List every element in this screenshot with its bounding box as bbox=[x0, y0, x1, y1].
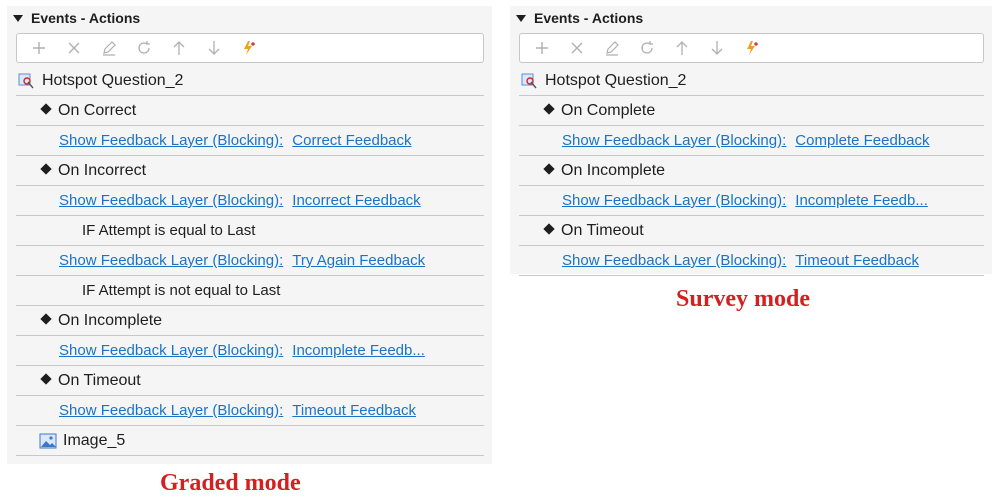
add-icon[interactable] bbox=[524, 34, 559, 62]
target-link[interactable]: Complete Feedback bbox=[795, 132, 929, 149]
action-row[interactable]: Show Feedback Layer (Blocking): Timeout … bbox=[16, 396, 484, 426]
move-down-icon[interactable] bbox=[699, 34, 734, 62]
hotspot-question-icon bbox=[18, 72, 36, 90]
new-action-icon[interactable] bbox=[734, 34, 769, 62]
panel-title: Events - Actions bbox=[534, 10, 644, 26]
tree-item-object[interactable]: Hotspot Question_2 bbox=[519, 66, 984, 96]
event-label: On Complete bbox=[561, 101, 656, 119]
action-link[interactable]: Show Feedback Layer (Blocking): bbox=[59, 192, 283, 209]
action-row[interactable]: Show Feedback Layer (Blocking): Incomple… bbox=[519, 186, 984, 216]
event-on-correct[interactable]: On Correct bbox=[16, 96, 484, 126]
refresh-icon[interactable] bbox=[629, 34, 664, 62]
event-label: On Timeout bbox=[561, 221, 644, 239]
diamond-icon bbox=[40, 162, 52, 175]
object-name: Hotspot Question_2 bbox=[42, 71, 184, 89]
actions-toolbar bbox=[519, 33, 984, 63]
event-label: On Incomplete bbox=[561, 161, 666, 179]
survey-events-panel: Events - Actions Hotspot Question_2 On C… bbox=[510, 6, 992, 276]
target-link[interactable]: Correct Feedback bbox=[292, 132, 411, 149]
move-up-icon[interactable] bbox=[664, 34, 699, 62]
collapse-arrow-icon[interactable] bbox=[13, 14, 23, 22]
action-link[interactable]: Show Feedback Layer (Blocking): bbox=[562, 192, 786, 209]
graded-mode-caption: Graded mode bbox=[160, 470, 301, 496]
panel-title: Events - Actions bbox=[31, 10, 141, 26]
collapse-arrow-icon[interactable] bbox=[516, 14, 526, 22]
event-label: On Correct bbox=[58, 101, 137, 119]
move-down-icon[interactable] bbox=[196, 34, 231, 62]
delete-icon[interactable] bbox=[559, 34, 594, 62]
child-name: Image_5 bbox=[63, 431, 126, 449]
target-link[interactable]: Timeout Feedback bbox=[795, 252, 919, 269]
events-tree: Hotspot Question_2 On Correct Show Feedb… bbox=[16, 66, 484, 456]
event-on-timeout[interactable]: On Timeout bbox=[519, 216, 984, 246]
move-up-icon[interactable] bbox=[161, 34, 196, 62]
hotspot-question-icon bbox=[521, 72, 539, 90]
event-on-incorrect[interactable]: On Incorrect bbox=[16, 156, 484, 186]
action-row[interactable]: Show Feedback Layer (Blocking): Try Agai… bbox=[16, 246, 484, 276]
target-link[interactable]: Incorrect Feedback bbox=[292, 192, 420, 209]
object-name: Hotspot Question_2 bbox=[545, 71, 687, 89]
event-label: On Incorrect bbox=[58, 161, 147, 179]
image-icon bbox=[39, 432, 57, 450]
condition-row[interactable]: IF Attempt is not equal to Last bbox=[16, 276, 484, 306]
panel-header[interactable]: Events - Actions bbox=[7, 6, 492, 30]
event-on-timeout[interactable]: On Timeout bbox=[16, 366, 484, 396]
target-link[interactable]: Timeout Feedback bbox=[292, 402, 416, 419]
diamond-icon bbox=[40, 312, 52, 325]
target-link[interactable]: Incomplete Feedb... bbox=[292, 342, 425, 359]
action-link[interactable]: Show Feedback Layer (Blocking): bbox=[59, 402, 283, 419]
action-link[interactable]: Show Feedback Layer (Blocking): bbox=[562, 132, 786, 149]
actions-toolbar bbox=[16, 33, 484, 63]
tree-item-image[interactable]: Image_5 bbox=[16, 426, 484, 456]
action-link[interactable]: Show Feedback Layer (Blocking): bbox=[59, 252, 283, 269]
diamond-icon bbox=[543, 102, 555, 115]
panel-header[interactable]: Events - Actions bbox=[510, 6, 992, 30]
action-row[interactable]: Show Feedback Layer (Blocking): Complete… bbox=[519, 126, 984, 156]
graded-events-panel: Events - Actions Hotspot Question_2 On C… bbox=[7, 6, 492, 464]
refresh-icon[interactable] bbox=[126, 34, 161, 62]
target-link[interactable]: Incomplete Feedb... bbox=[795, 192, 928, 209]
tree-item-object[interactable]: Hotspot Question_2 bbox=[16, 66, 484, 96]
action-link[interactable]: Show Feedback Layer (Blocking): bbox=[562, 252, 786, 269]
survey-mode-caption: Survey mode bbox=[676, 286, 810, 312]
action-row[interactable]: Show Feedback Layer (Blocking): Incorrec… bbox=[16, 186, 484, 216]
diamond-icon bbox=[40, 372, 52, 385]
condition-row[interactable]: IF Attempt is equal to Last bbox=[16, 216, 484, 246]
event-on-incomplete[interactable]: On Incomplete bbox=[519, 156, 984, 186]
action-row[interactable]: Show Feedback Layer (Blocking): Incomple… bbox=[16, 336, 484, 366]
edit-icon[interactable] bbox=[594, 34, 629, 62]
action-row[interactable]: Show Feedback Layer (Blocking): Timeout … bbox=[519, 246, 984, 276]
diamond-icon bbox=[543, 162, 555, 175]
action-link[interactable]: Show Feedback Layer (Blocking): bbox=[59, 342, 283, 359]
diamond-icon bbox=[40, 102, 52, 115]
action-link[interactable]: Show Feedback Layer (Blocking): bbox=[59, 132, 283, 149]
condition-text: IF Attempt is not equal to Last bbox=[82, 282, 281, 299]
delete-icon[interactable] bbox=[56, 34, 91, 62]
event-on-incomplete[interactable]: On Incomplete bbox=[16, 306, 484, 336]
edit-icon[interactable] bbox=[91, 34, 126, 62]
add-icon[interactable] bbox=[21, 34, 56, 62]
action-row[interactable]: Show Feedback Layer (Blocking): Correct … bbox=[16, 126, 484, 156]
events-tree: Hotspot Question_2 On Complete Show Feed… bbox=[519, 66, 984, 276]
event-label: On Incomplete bbox=[58, 311, 163, 329]
condition-text: IF Attempt is equal to Last bbox=[82, 222, 256, 239]
new-action-icon[interactable] bbox=[231, 34, 266, 62]
diamond-icon bbox=[543, 222, 555, 235]
event-on-complete[interactable]: On Complete bbox=[519, 96, 984, 126]
target-link[interactable]: Try Again Feedback bbox=[292, 252, 425, 269]
event-label: On Timeout bbox=[58, 371, 141, 389]
